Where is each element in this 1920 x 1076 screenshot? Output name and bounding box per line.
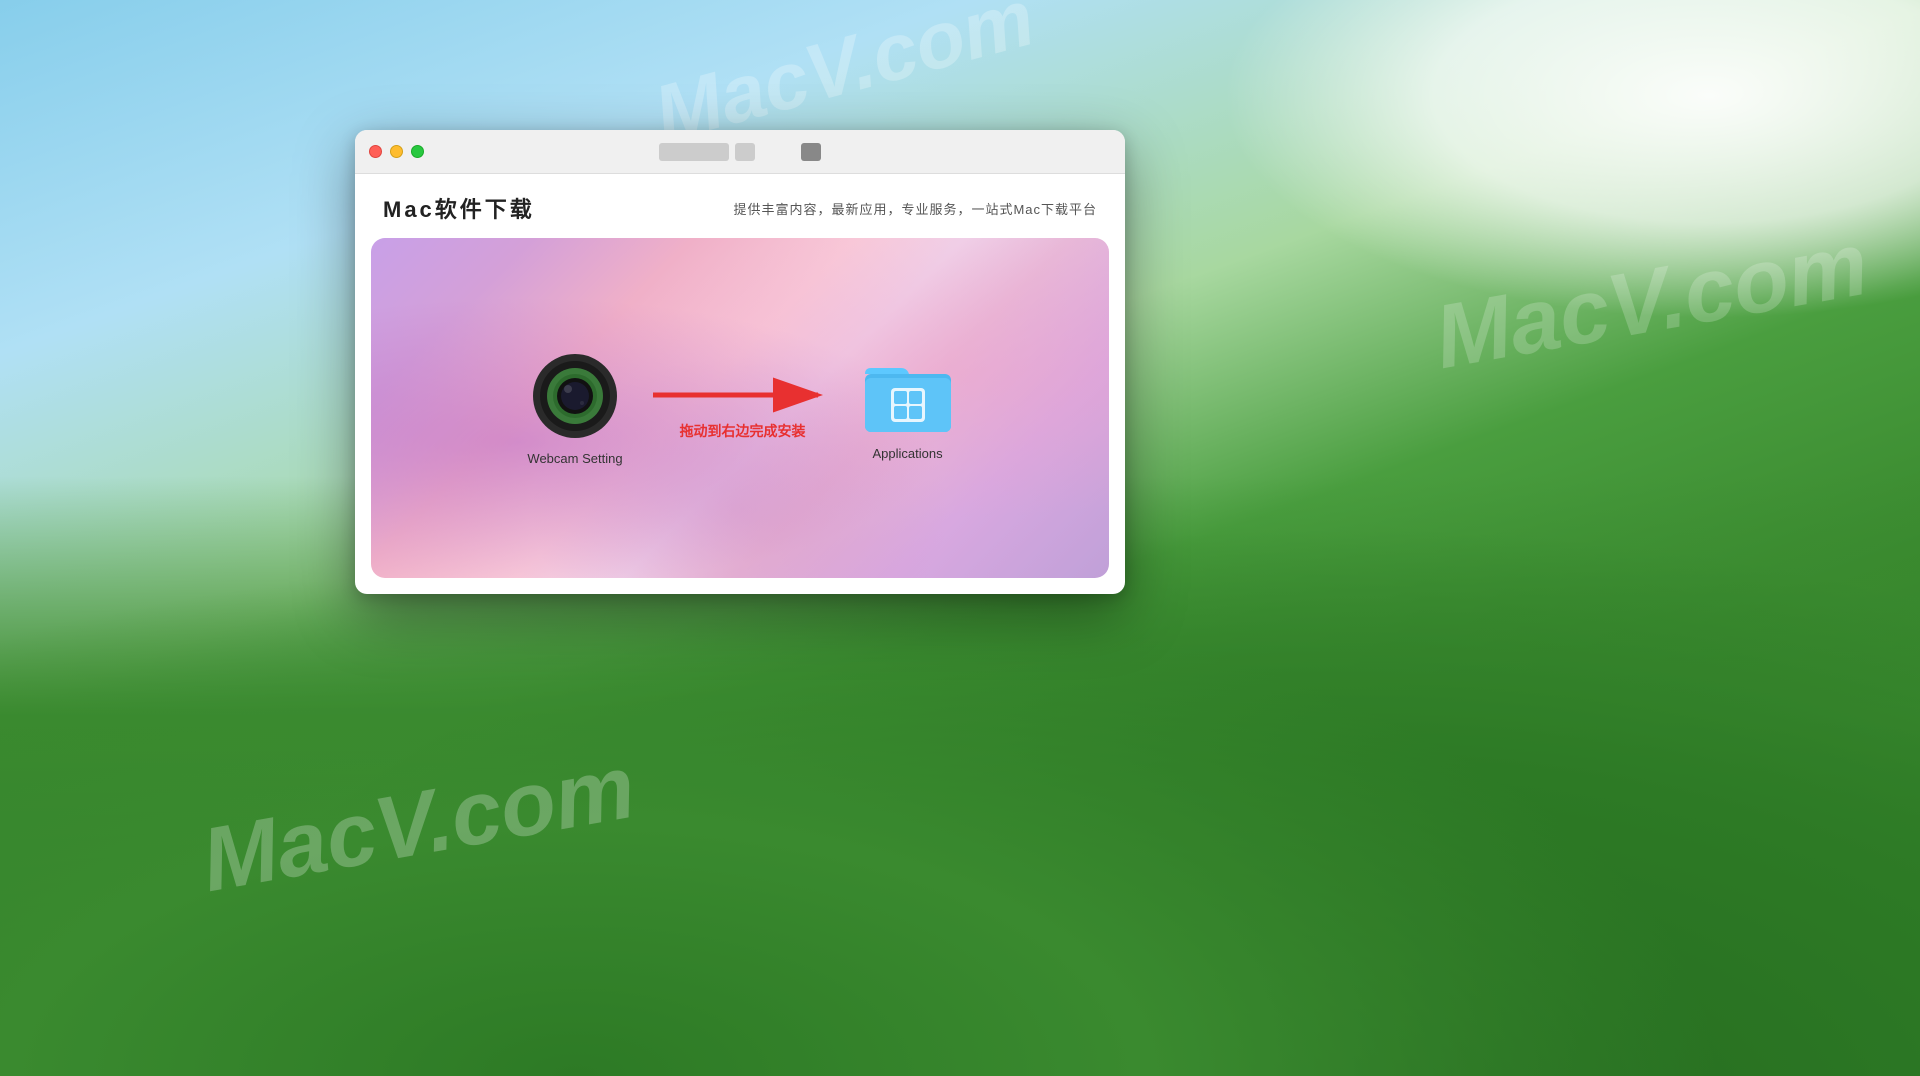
close-button[interactable] (369, 145, 382, 158)
app-icon-wrapper: Webcam Setting (527, 351, 622, 466)
applications-wrapper: Applications (863, 356, 953, 461)
drag-arrow-icon (643, 375, 843, 415)
install-area: Webcam Setting 拖动到右边完成安装 (371, 238, 1109, 578)
traffic-lights (369, 145, 424, 158)
window-subtitle: 提供丰富内容，最新应用，专业服务，一站式Mac下载平台 (733, 199, 1097, 218)
cloud-decoration (1220, 0, 1920, 320)
applications-label: Applications (873, 446, 943, 461)
title-segment-3 (801, 143, 821, 161)
window-title: Mac软件下载 (383, 192, 535, 224)
maximize-button[interactable] (411, 145, 424, 158)
minimize-button[interactable] (390, 145, 403, 158)
webcam-icon (530, 351, 620, 441)
title-bar-center (659, 143, 821, 161)
window-header: Mac软件下载 提供丰富内容，最新应用，专业服务，一站式Mac下载平台 (355, 174, 1125, 238)
app-name-label: Webcam Setting (527, 451, 622, 466)
arrow-area: 拖动到右边完成安装 (643, 375, 843, 441)
install-content: Webcam Setting 拖动到右边完成安装 (371, 238, 1109, 578)
drag-instruction-text: 拖动到右边完成安装 (680, 421, 806, 441)
title-segment-1 (659, 143, 729, 161)
title-bar (355, 130, 1125, 174)
mac-window: Mac软件下载 提供丰富内容，最新应用，专业服务，一站式Mac下载平台 (355, 130, 1125, 594)
applications-folder-icon (863, 356, 953, 436)
title-segment-2 (735, 143, 755, 161)
